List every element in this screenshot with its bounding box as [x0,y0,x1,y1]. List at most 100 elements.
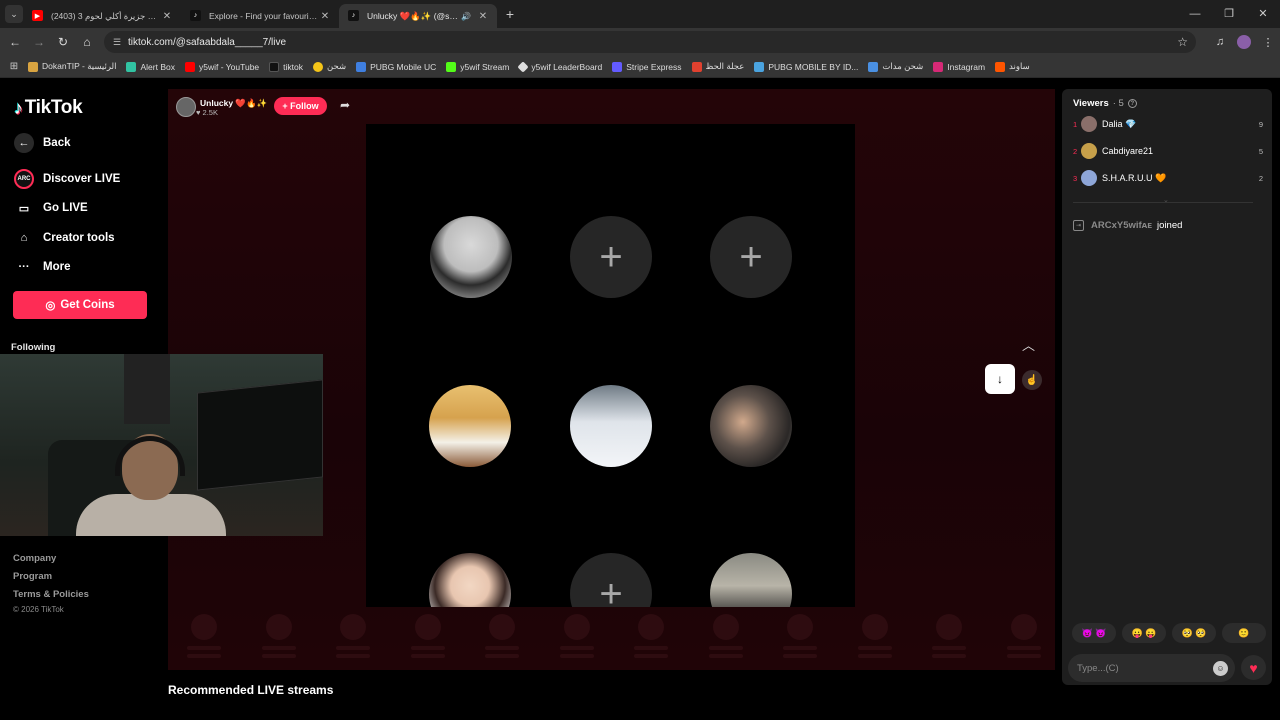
new-tab-button[interactable]: + [499,6,521,22]
chat-joined-message: ⇥ ARCxY5wifᴀᴇ joined [1073,220,1182,231]
bookmark-label: DokanTIP - الرئيسية [42,61,117,71]
footer-link-program[interactable]: Program [13,571,52,582]
joined-username[interactable]: ARCxY5wifᴀᴇ [1091,220,1152,231]
tiktok-icon: ♪ [190,10,201,21]
bookmark-label: PUBG MOBILE BY ID... [768,61,859,72]
bookmark-label: شحن مدات [882,61,924,71]
speaker-icon[interactable]: 🔊 [461,12,471,21]
footer-link-terms[interactable]: Terms & Policies [13,589,89,600]
media-control-icon[interactable]: ♫ [1208,36,1232,48]
get-coins-button[interactable]: ◎ Get Coins [13,291,147,319]
placeholder-item [780,614,820,666]
bookmark-item[interactable]: PUBG MOBILE BY ID... [754,61,859,72]
pointer-hand-icon[interactable]: ☝ [1022,370,1042,390]
nav-go-live[interactable]: ▭ Go LIVE [14,198,88,218]
bookmark-item[interactable]: y5wif - YouTube [184,61,260,72]
download-arrow-icon[interactable]: ↓ [985,364,1015,394]
browser-tab-explore[interactable]: ♪ Explore - Find your favourite vi ✕ [181,4,339,28]
quick-emoji-bar: 😈 😈 😛 😛 🥺 🥺 🙂 [1072,623,1266,643]
close-tab-icon[interactable]: ✕ [319,11,331,22]
bookmark-item[interactable]: DokanTIP - الرئيسية [28,61,116,72]
viewer-row[interactable]: 1 Dalia 💎 9 [1073,116,1263,132]
placeholder-item [855,614,895,666]
share-icon[interactable]: ➦ [340,98,350,112]
reload-icon[interactable]: ↻ [51,35,75,49]
bookmark-item[interactable]: ساوند [995,61,1030,72]
viewer-row[interactable]: 3 S.H.A.R.U.U 🧡 2 [1073,170,1263,186]
tab-search-button[interactable]: ⌄ [5,5,23,23]
add-guest-plus-icon[interactable]: + [570,216,652,298]
guest-avatar[interactable] [430,216,512,298]
bookmark-item[interactable]: y5wif Stream [446,61,509,72]
host-info[interactable]: Unlucky ❤️🔥✨ ♥ 2.5K [176,97,267,117]
add-guest-plus-icon[interactable]: + [710,216,792,298]
bookmark-item[interactable]: PUBG Mobile UC [356,61,436,72]
browser-tab-youtube[interactable]: ▶ (2403) 3 أيام في جزيرة أكلي لحوم ✕ [23,4,181,28]
close-tab-icon[interactable]: ✕ [477,11,489,22]
browser-toolbar: ← → ↻ ⌂ ☰ tiktok.com/@safaabdala_____7/l… [0,28,1280,56]
site-info-icon[interactable]: ☰ [106,37,128,48]
guest-avatar[interactable] [429,385,511,467]
bookmark-item[interactable]: Alert Box [126,61,175,72]
quick-emoji-button[interactable]: 🙂 [1222,623,1266,643]
apps-grid-icon[interactable]: ⊞ [0,61,28,72]
bookmark-item[interactable]: شحن [313,61,346,72]
restore-icon[interactable]: ❐ [1212,0,1246,28]
tab-title: Unlucky ❤️🔥✨ (@safaab [367,10,462,21]
viewer-row[interactable]: 2 Cabdiyare21 5 [1073,143,1263,159]
browser-tab-live[interactable]: ♪ Unlucky ❤️🔥✨ (@safaab 🔊 ✕ [339,4,497,28]
bookmark-star-icon[interactable]: ☆ [1177,35,1188,49]
bookmark-item[interactable]: tiktok [269,61,303,72]
nav-label: Back [43,137,71,149]
back-arrow-icon[interactable]: ← [3,35,27,49]
nav-creator-tools[interactable]: ⌂ Creator tools [14,228,115,248]
placeholder-item [333,614,373,666]
viewer-score: 2 [1258,173,1263,183]
chevron-up-icon[interactable]: ︿ [1022,335,1035,354]
back-link[interactable]: ← Back [14,133,71,153]
quick-emoji-button[interactable]: 🥺 🥺 [1172,623,1216,643]
bookmark-item[interactable]: عجلة الحظ [691,61,744,72]
bookmark-item[interactable]: Instagram [933,61,986,72]
address-bar[interactable]: ☰ tiktok.com/@safaabdala_____7/live ☆ [104,31,1196,53]
bookmark-item[interactable]: y5wif LeaderBoard [517,60,603,73]
bookmark-label: y5wif - YouTube [198,61,260,72]
heart-like-icon[interactable]: ♥ [1241,655,1266,680]
tiktok-logo[interactable]: ♪ TikTok [14,97,83,119]
menu-kebab-icon[interactable]: ⋮ [1256,36,1280,49]
placeholder-item [408,614,448,666]
bookmark-label: Instagram [947,61,986,72]
host-avatar[interactable] [176,97,196,117]
info-icon[interactable]: ? [1127,99,1137,108]
bookmark-favicon-icon [126,61,137,72]
bookmark-label: Alert Box [140,61,175,72]
guest-avatar[interactable] [570,385,652,467]
viewer-rank: 1 [1073,119,1078,129]
quick-emoji-button[interactable]: 😈 😈 [1072,623,1116,643]
guest-avatar[interactable] [710,385,792,467]
nav-label: More [43,261,71,273]
recommended-heading: Recommended LIVE streams [168,683,334,697]
quick-emoji-button[interactable]: 😛 😛 [1122,623,1166,643]
profile-avatar[interactable] [1237,35,1251,49]
close-tab-icon[interactable]: ✕ [161,11,173,22]
guest-avatar[interactable] [429,553,511,607]
bookmark-item[interactable]: شحن مدات [868,61,923,72]
placeholder-item [631,614,671,666]
emoji-picker-icon[interactable]: ☺ [1213,661,1228,676]
chat-input[interactable] [1068,654,1235,682]
placeholder-item [557,614,597,666]
guest-avatar[interactable] [710,553,792,607]
add-guest-plus-icon[interactable]: + [570,553,652,607]
home-icon[interactable]: ⌂ [75,35,99,49]
close-window-icon[interactable]: ✕ [1246,0,1280,28]
forward-arrow-icon[interactable]: → [27,35,51,49]
youtube-icon: ▶ [32,10,43,21]
footer-link-company[interactable]: Company [13,553,56,564]
nav-more[interactable]: ··· More [14,257,71,277]
nav-discover-live[interactable]: ARC Discover LIVE [14,169,120,189]
bookmark-item[interactable]: Stripe Express [612,61,682,72]
bookmark-label: y5wif LeaderBoard [531,61,603,72]
follow-button[interactable]: + Follow [274,97,327,115]
minimize-icon[interactable]: — [1178,0,1212,28]
